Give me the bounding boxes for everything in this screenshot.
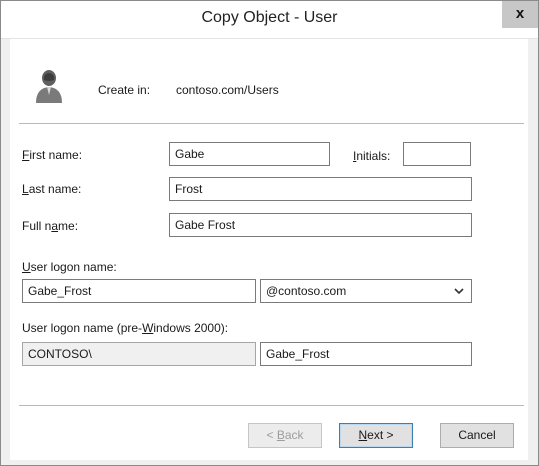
separator-top bbox=[19, 123, 524, 124]
chevron-down-icon bbox=[454, 288, 464, 295]
netbios-domain-field: CONTOSO\ bbox=[22, 342, 256, 366]
initials-field[interactable] bbox=[403, 142, 471, 166]
separator-bottom bbox=[19, 405, 524, 406]
close-icon: x bbox=[515, 5, 525, 22]
dialog-content: Create in: contoso.com/Users First name:… bbox=[10, 39, 528, 460]
first-name-field[interactable]: Gabe bbox=[169, 142, 330, 166]
upn-suffix-dropdown[interactable]: @contoso.com bbox=[260, 279, 472, 303]
user-logon-name-label: User logon name: bbox=[22, 260, 117, 274]
back-button[interactable]: < Back bbox=[248, 423, 322, 448]
full-name-field[interactable]: Gabe Frost bbox=[169, 213, 472, 237]
create-in-label: Create in: bbox=[98, 83, 151, 97]
dialog-title: Copy Object - User bbox=[201, 9, 338, 26]
initials-label: Initials: bbox=[353, 149, 391, 163]
user-icon bbox=[36, 70, 62, 103]
user-logon-name-field[interactable]: Gabe_Frost bbox=[22, 279, 256, 303]
title-bar: Copy Object - User x bbox=[1, 1, 538, 39]
pre-windows-2000-logon-field[interactable]: Gabe_Frost bbox=[260, 342, 472, 366]
close-button[interactable]: x bbox=[502, 1, 538, 28]
last-name-label: Last name: bbox=[22, 182, 82, 196]
pre-windows-2000-label: User logon name (pre-Windows 2000): bbox=[22, 321, 229, 335]
copy-object-user-dialog: Copy Object - User x Create in: contoso.… bbox=[0, 0, 539, 466]
full-name-label: Full name: bbox=[22, 219, 79, 233]
next-button[interactable]: Next > bbox=[339, 423, 413, 448]
last-name-field[interactable]: Frost bbox=[169, 177, 472, 201]
cancel-button[interactable]: Cancel bbox=[440, 423, 514, 448]
create-in-value: contoso.com/Users bbox=[176, 83, 279, 97]
first-name-label: First name: bbox=[22, 148, 83, 162]
